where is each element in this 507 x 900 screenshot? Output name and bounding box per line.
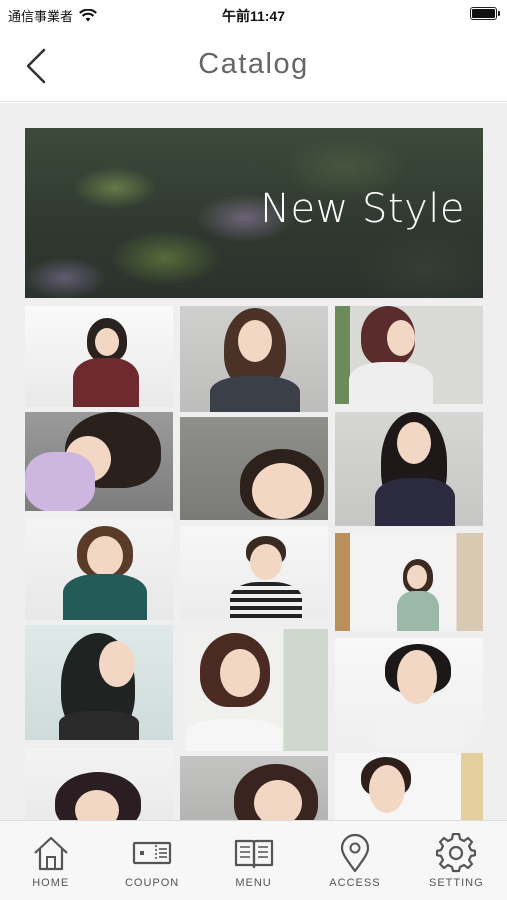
- catalog-item[interactable]: [335, 412, 483, 526]
- tab-setting[interactable]: SETTING: [406, 821, 507, 900]
- coupon-icon: [133, 841, 172, 865]
- page-title: Catalog: [198, 48, 309, 80]
- tab-coupon[interactable]: COUPON: [101, 821, 202, 900]
- status-time: 午前11:47: [221, 8, 286, 24]
- tab-home-label: HOME: [32, 877, 70, 889]
- tab-menu[interactable]: MENU: [203, 821, 304, 900]
- home-icon: [33, 836, 68, 871]
- map-pin-icon: [340, 833, 370, 873]
- nav-bar: Catalog: [0, 30, 507, 102]
- catalog-item[interactable]: [335, 306, 483, 404]
- catalog-item[interactable]: [180, 417, 328, 520]
- status-bar: 通信事業者 午前11:47: [0, 0, 507, 30]
- catalog-item[interactable]: [180, 306, 328, 412]
- catalog-item[interactable]: [335, 533, 483, 631]
- menu-book-icon: [234, 839, 273, 869]
- gear-icon: [436, 833, 477, 873]
- catalog-item[interactable]: [25, 748, 173, 820]
- tab-setting-label: SETTING: [428, 877, 484, 889]
- catalog-item[interactable]: [180, 526, 328, 619]
- tab-menu-label: MENU: [235, 877, 272, 889]
- tab-home[interactable]: HOME: [0, 821, 101, 900]
- tab-access-label: ACCESS: [329, 877, 381, 889]
- catalog-item[interactable]: [25, 306, 173, 407]
- tab-access[interactable]: ACCESS: [304, 821, 405, 900]
- catalog-item[interactable]: [25, 625, 173, 740]
- catalog-item[interactable]: [180, 756, 328, 820]
- catalog-item[interactable]: [335, 753, 483, 820]
- banner-title: New Style: [260, 186, 465, 232]
- catalog-item[interactable]: [180, 629, 328, 751]
- catalog-item[interactable]: [25, 412, 173, 511]
- tab-bar: HOME COUPON MENU ACCESS SETTING: [0, 820, 507, 900]
- catalog-content[interactable]: New Style: [0, 103, 507, 820]
- new-style-banner[interactable]: New Style: [25, 128, 483, 298]
- catalog-item[interactable]: [335, 638, 483, 747]
- catalog-item[interactable]: [25, 518, 173, 620]
- tab-coupon-label: COUPON: [124, 877, 180, 889]
- battery-icon: [470, 7, 500, 20]
